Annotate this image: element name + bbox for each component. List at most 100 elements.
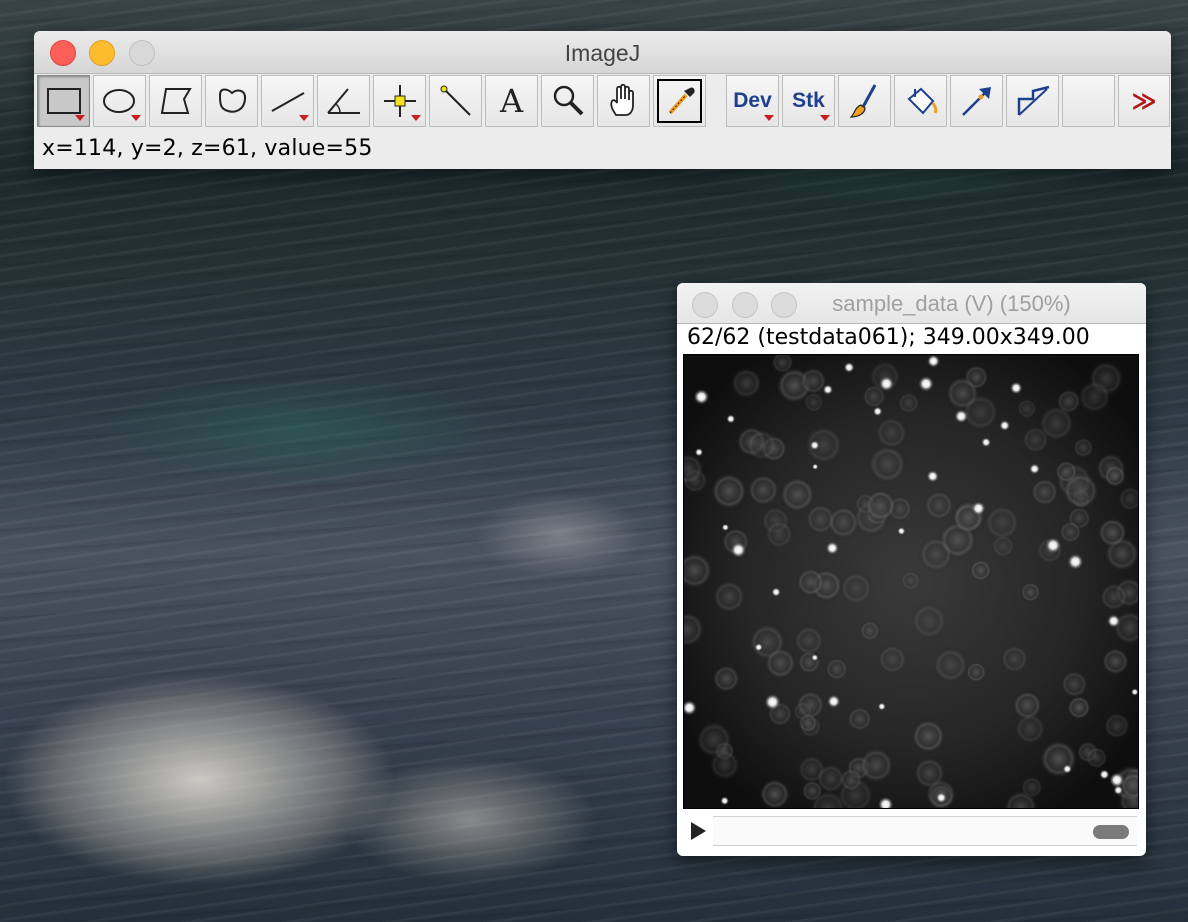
- play-icon[interactable]: [691, 822, 706, 840]
- freehand-tool[interactable]: [205, 75, 258, 127]
- bright-spot: [877, 702, 886, 711]
- oval-tool[interactable]: [93, 75, 146, 127]
- bead-blob: [932, 646, 969, 684]
- bead-blob: [877, 644, 908, 675]
- bright-spot: [1107, 614, 1121, 628]
- slice-slider-thumb[interactable]: [1093, 825, 1129, 839]
- bead-blob: [1039, 739, 1079, 779]
- line-tool[interactable]: [261, 75, 314, 127]
- bead-blob: [918, 536, 955, 573]
- bright-spot: [827, 694, 841, 708]
- status-line: x=114, y=2, z=61, value=55: [42, 136, 373, 161]
- bright-spot: [1113, 785, 1123, 795]
- arrow-tool[interactable]: [950, 75, 1003, 127]
- bright-spot: [1067, 553, 1084, 570]
- bead-blob: [824, 657, 849, 681]
- bright-spot: [754, 643, 763, 652]
- point-tool[interactable]: [373, 75, 426, 127]
- brush-tool[interactable]: [838, 75, 891, 127]
- slice-slider-track[interactable]: [713, 816, 1137, 846]
- image-window-title: sample_data (V) (150%): [832, 291, 1071, 316]
- bright-spot: [811, 654, 819, 661]
- bright-spot: [721, 523, 729, 531]
- bead-blob: [1101, 647, 1130, 676]
- eyedropper-icon: [668, 87, 695, 115]
- wand-tool[interactable]: [429, 75, 482, 127]
- overlay-icon: [1017, 85, 1049, 116]
- bead-blob: [1060, 670, 1089, 699]
- double-chevron-right-icon: ≫: [1131, 87, 1157, 115]
- color-picker-tool[interactable]: [653, 75, 706, 127]
- bead-blob: [815, 763, 846, 794]
- bead-blob: [910, 718, 946, 754]
- empty-tool-slot[interactable]: [1062, 75, 1115, 127]
- image-info-line: 62/62 (testdata061); 349.00x349.00: [687, 325, 1090, 350]
- window-title: ImageJ: [564, 40, 641, 66]
- bright-spot: [726, 414, 736, 424]
- rectangle-tool[interactable]: [37, 75, 90, 127]
- bright-spot: [1099, 769, 1110, 780]
- bright-spot: [843, 362, 855, 373]
- chevron-down-icon: [820, 115, 830, 121]
- image-canvas[interactable]: [683, 354, 1139, 809]
- bead-blob: [1072, 437, 1095, 459]
- text-icon: A: [499, 82, 524, 120]
- bead-blob: [1084, 746, 1109, 770]
- hand-tool[interactable]: [597, 75, 650, 127]
- bright-spot: [764, 694, 781, 710]
- bead-blob: [708, 748, 741, 781]
- bright-spot: [1010, 381, 1023, 395]
- magnifier-tool[interactable]: [541, 75, 594, 127]
- stack-menu-tool[interactable]: Stk: [782, 75, 835, 127]
- angle-tool[interactable]: [317, 75, 370, 127]
- bead-blob: [969, 559, 992, 582]
- bright-spot: [1109, 772, 1125, 788]
- bright-spot: [897, 527, 906, 536]
- bead-blob: [1054, 459, 1079, 484]
- stk-label: Stk: [792, 89, 825, 112]
- bead-blob: [764, 646, 797, 680]
- overlay-tool[interactable]: [1006, 75, 1059, 127]
- bright-spot: [926, 470, 939, 483]
- bead-blob: [983, 504, 1021, 542]
- bead-blob: [874, 416, 908, 450]
- bead-blob: [900, 570, 921, 591]
- bright-spot: [809, 440, 820, 451]
- bead-blob: [1037, 404, 1076, 442]
- chevron-down-icon: [411, 115, 421, 121]
- bead-blob: [1103, 712, 1131, 740]
- bead-blob: [710, 472, 748, 511]
- image-window-titlebar[interactable]: sample_data (V) (150%): [677, 283, 1146, 324]
- bead-blob: [923, 490, 955, 521]
- bead-blob: [746, 473, 780, 507]
- bead-blob: [764, 519, 794, 549]
- bright-spot: [720, 796, 729, 806]
- dev-menu-tool[interactable]: Dev: [726, 75, 779, 127]
- bright-spot: [954, 409, 968, 424]
- chevron-down-icon: [764, 115, 774, 121]
- text-tool[interactable]: A: [485, 75, 538, 127]
- bead-blob: [1097, 517, 1128, 548]
- bead-blob: [910, 602, 948, 640]
- flood-fill-tool[interactable]: [894, 75, 947, 127]
- more-tools-button[interactable]: ≫: [1118, 75, 1170, 127]
- brush-icon: [849, 84, 876, 118]
- polygon-tool[interactable]: [149, 75, 202, 127]
- wand-icon: [440, 85, 471, 116]
- imagej-titlebar[interactable]: ImageJ: [34, 31, 1171, 74]
- bead-blob: [712, 579, 747, 614]
- bright-spot: [999, 420, 1010, 431]
- bead-blob: [804, 425, 844, 465]
- bright-spot: [694, 448, 704, 457]
- bead-blob: [961, 393, 1000, 432]
- bright-spot: [873, 406, 883, 417]
- bead-blob: [864, 488, 898, 523]
- bright-spot: [693, 389, 710, 405]
- bead-blob: [712, 664, 741, 693]
- bead-blob: [797, 712, 818, 733]
- stack-scrollbar: [685, 813, 1137, 847]
- bead-blob: [858, 747, 895, 784]
- bead-blob: [1103, 464, 1127, 488]
- magnifier-icon: [553, 85, 583, 116]
- bead-blob: [796, 567, 826, 597]
